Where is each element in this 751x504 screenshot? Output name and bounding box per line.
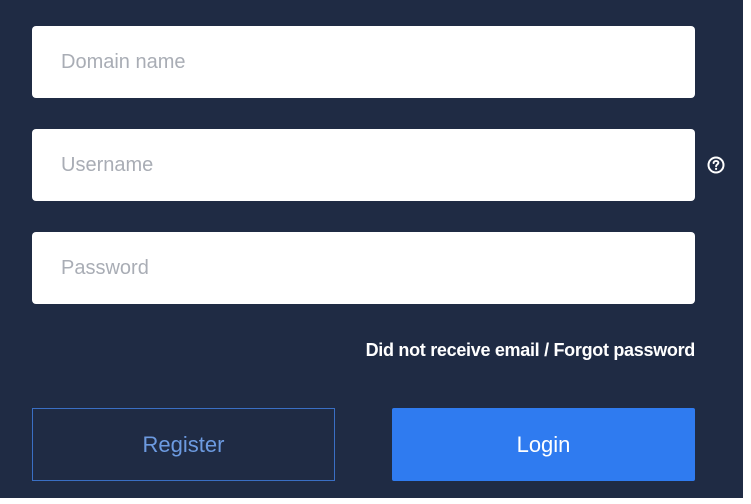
email-forgot-password-link[interactable]: Did not receive email / Forgot password: [366, 340, 696, 360]
login-panel: Did not receive email / Forgot password …: [0, 0, 751, 504]
domain-field-container: [32, 26, 695, 98]
username-input[interactable]: [32, 129, 695, 201]
register-button[interactable]: Register: [32, 408, 335, 481]
password-field-container: [32, 232, 695, 304]
domain-name-input[interactable]: [32, 26, 695, 98]
account-help-row: Did not receive email / Forgot password: [32, 340, 696, 361]
username-field-container: [32, 129, 695, 201]
login-button[interactable]: Login: [392, 408, 695, 481]
help-question-icon[interactable]: [705, 154, 727, 176]
password-input[interactable]: [32, 232, 695, 304]
